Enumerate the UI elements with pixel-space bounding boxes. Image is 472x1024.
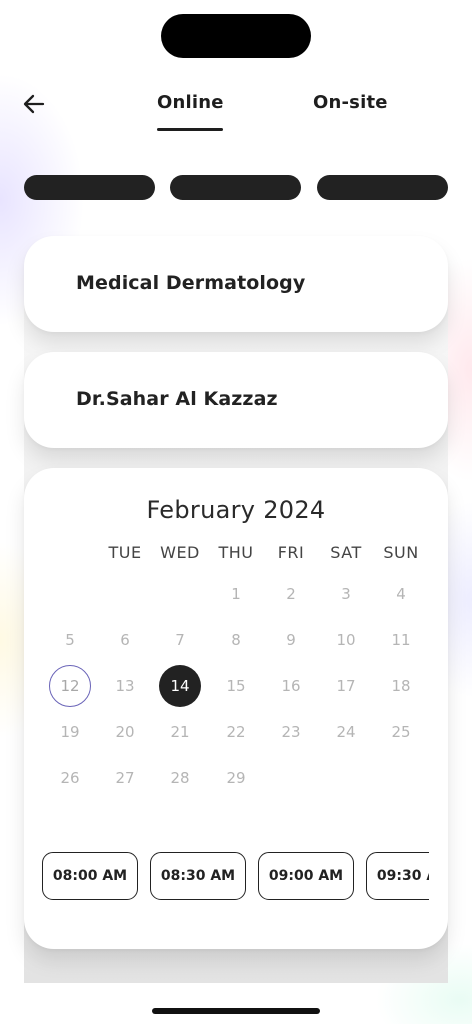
weekday-sat: SAT [330, 543, 362, 562]
calendar-card: February 2024 TUE WED THU FRI SAT SUN 1234567… [24, 468, 448, 949]
dynamic-island [161, 14, 311, 58]
calendar-day-1[interactable]: 1 [215, 573, 257, 615]
calendar-day-28[interactable]: 28 [159, 757, 201, 799]
calendar-day-23[interactable]: 23 [270, 711, 312, 753]
header: Online On-site [0, 80, 472, 132]
filter-pill-3[interactable] [317, 175, 448, 200]
calendar-day-29[interactable]: 29 [215, 757, 257, 799]
home-indicator [152, 1008, 320, 1014]
time-slot-button[interactable]: 08:00 AM [42, 852, 138, 900]
calendar-day-5[interactable]: 5 [49, 619, 91, 661]
weekday-fri: FRI [277, 543, 305, 562]
calendar-day-8[interactable]: 8 [215, 619, 257, 661]
calendar-day-16[interactable]: 16 [270, 665, 312, 707]
calendar-day-25[interactable]: 25 [380, 711, 422, 753]
calendar-day-18[interactable]: 18 [380, 665, 422, 707]
specialty-label: Medical Dermatology [76, 272, 306, 294]
time-slot-button[interactable]: 09:00 AM [258, 852, 354, 900]
calendar-day-24[interactable]: 24 [325, 711, 367, 753]
calendar-day-20[interactable]: 20 [104, 711, 146, 753]
calendar-day-21[interactable]: 21 [159, 711, 201, 753]
calendar-day-26[interactable]: 26 [49, 757, 91, 799]
calendar-day-9[interactable]: 9 [270, 619, 312, 661]
calendar-day-10[interactable]: 10 [325, 619, 367, 661]
time-slot-button[interactable]: 09:30 AM [366, 852, 429, 900]
calendar-day-27[interactable]: 27 [104, 757, 146, 799]
calendar-day-7[interactable]: 7 [159, 619, 201, 661]
weekday-thu: THU [218, 543, 254, 562]
back-button[interactable] [20, 90, 48, 118]
calendar-day-19[interactable]: 19 [49, 711, 91, 753]
doctor-label: Dr.Sahar Al Kazzaz [76, 388, 278, 410]
filter-pill-2[interactable] [170, 175, 301, 200]
calendar-day-4[interactable]: 4 [380, 573, 422, 615]
weekday-tue: TUE [108, 543, 142, 562]
weekday-wed: WED [160, 543, 200, 562]
tab-online[interactable]: Online [157, 92, 224, 113]
specialty-card[interactable]: Medical Dermatology [24, 236, 448, 332]
calendar-day-17[interactable]: 17 [325, 665, 367, 707]
calendar-day-2[interactable]: 2 [270, 573, 312, 615]
time-slot-button[interactable]: 08:30 AM [150, 852, 246, 900]
calendar-day-15[interactable]: 15 [215, 665, 257, 707]
calendar-day-22[interactable]: 22 [215, 711, 257, 753]
active-tab-indicator [157, 128, 223, 131]
filter-pill-1[interactable] [24, 175, 155, 200]
calendar-day-14[interactable]: 14 [159, 665, 201, 707]
calendar-day-12[interactable]: 12 [49, 665, 91, 707]
calendar-day-3[interactable]: 3 [325, 573, 367, 615]
calendar-day-6[interactable]: 6 [104, 619, 146, 661]
calendar-month-title: February 2024 [146, 496, 326, 524]
calendar-day-11[interactable]: 11 [380, 619, 422, 661]
calendar-day-13[interactable]: 13 [104, 665, 146, 707]
doctor-card[interactable]: Dr.Sahar Al Kazzaz [24, 352, 448, 448]
arrow-left-icon [23, 94, 45, 114]
weekday-sun: SUN [383, 543, 419, 562]
tab-on-site[interactable]: On-site [313, 92, 388, 113]
time-slots: 08:00 AM08:30 AM09:00 AM09:30 AM [42, 852, 429, 900]
